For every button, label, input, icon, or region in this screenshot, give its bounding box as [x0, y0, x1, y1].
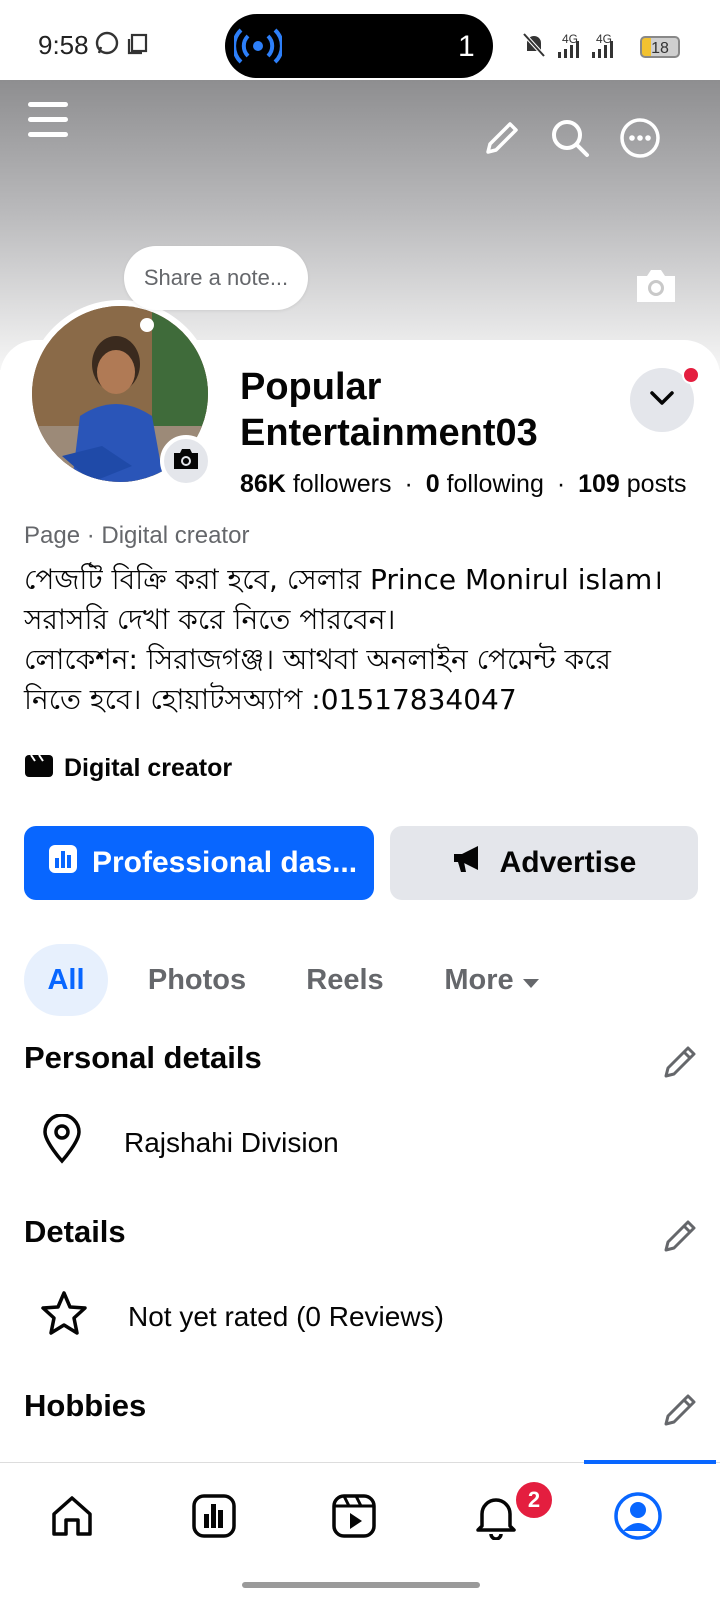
location-value: Rajshahi Division	[124, 1126, 339, 1158]
dashboard-label: Professional das...	[92, 846, 358, 879]
tab-reels[interactable]: Reels	[290, 944, 400, 1016]
whatsapp-icon	[94, 30, 120, 61]
advertise-label: Advertise	[499, 846, 637, 879]
tab-photos[interactable]: Photos	[132, 944, 262, 1016]
rating-row: Not yet rated (0 Reviews)	[40, 1290, 444, 1343]
creator-label: Digital creator	[64, 754, 233, 782]
page-name: Popular Entertainment03	[240, 364, 620, 456]
following-count[interactable]: 0	[426, 470, 440, 498]
tab-more[interactable]: More	[432, 944, 552, 1016]
star-icon	[40, 1290, 88, 1343]
status-bar: 9:58 1 4G 4G 18	[0, 0, 720, 80]
nav-home-icon[interactable]	[42, 1486, 102, 1546]
signal-icon	[556, 40, 584, 63]
note-bubble-tail	[140, 318, 154, 332]
clapperboard-icon	[24, 752, 54, 785]
location-pin-icon	[40, 1113, 84, 1171]
creator-info: Digital creator	[24, 752, 232, 785]
home-gesture-bar[interactable]	[242, 1582, 480, 1588]
followers-label[interactable]: followers	[293, 470, 392, 498]
personal-details-title: Personal details	[24, 1040, 262, 1075]
status-time: 9:58	[38, 30, 89, 60]
page-bio: পেজটি বিক্রি করা হবে, সেলার Prince Monir…	[24, 560, 704, 720]
active-tab-indicator	[584, 1460, 716, 1464]
page-name-line1: Popular	[240, 366, 382, 408]
edit-personal-details-icon[interactable]	[660, 1042, 700, 1082]
profile-camera-button[interactable]	[160, 435, 212, 487]
nav-dashboard-icon[interactable]	[184, 1486, 244, 1546]
more-options-icon[interactable]	[618, 116, 662, 160]
nav-profile-icon[interactable]	[608, 1486, 668, 1546]
edit-pencil-icon[interactable]	[480, 116, 524, 160]
bio-line: পেজটি বিক্রি করা হবে, সেলার Prince Monir…	[24, 563, 663, 596]
notifications-badge: 2	[514, 1480, 554, 1520]
posts-count[interactable]: 109	[578, 470, 620, 498]
bio-line: সরাসরি দেখা করে নিতে পারবেন।	[24, 603, 396, 636]
nav-reels-icon[interactable]	[324, 1486, 384, 1546]
posts-label[interactable]: posts	[627, 470, 687, 498]
share-note-bubble[interactable]: Share a note...	[124, 246, 308, 310]
search-icon[interactable]	[548, 116, 592, 160]
stats-separator: ·	[404, 470, 413, 498]
menu-icon[interactable]	[24, 96, 72, 144]
hotspot-count: 1	[458, 30, 475, 63]
tab-all[interactable]: All	[24, 944, 108, 1016]
notification-dot	[682, 366, 700, 384]
edit-hobbies-icon[interactable]	[660, 1390, 700, 1430]
stats-separator: ·	[556, 470, 566, 498]
bio-line: নিতে হবে। হোয়াটসঅ্যাপ :01517834047	[24, 683, 517, 716]
location-row: Rajshahi Division	[40, 1113, 339, 1171]
megaphone-icon	[452, 844, 484, 882]
cover-camera-icon[interactable]	[632, 264, 680, 308]
battery-indicator: 18	[640, 36, 680, 58]
edit-details-icon[interactable]	[660, 1216, 700, 1256]
signal-icon	[590, 40, 618, 63]
dashboard-chart-icon	[48, 844, 78, 882]
page-category: Page · Digital creator	[24, 522, 250, 549]
tab-more-label: More	[444, 963, 514, 996]
caret-down-icon	[522, 964, 540, 997]
bio-line: লোকেশন: সিরাজগঞ্জ। আথবা অনলাইন পেমেন্ট ক…	[24, 643, 611, 676]
followers-count[interactable]: 86K	[240, 470, 286, 498]
mute-bell-icon	[522, 32, 546, 63]
hobbies-title: Hobbies	[24, 1388, 147, 1423]
details-title: Details	[24, 1214, 126, 1249]
professional-dashboard-button[interactable]: Professional das...	[24, 826, 374, 900]
broadcast-icon	[232, 26, 284, 71]
following-label[interactable]: following	[447, 470, 544, 498]
profile-stats: 86K followers · 0 following · 109 posts	[240, 470, 687, 499]
camera-icon	[172, 447, 200, 476]
copy-icon	[126, 32, 150, 61]
chevron-down-icon	[649, 390, 675, 411]
advertise-button[interactable]: Advertise	[390, 826, 698, 900]
page-name-line2: Entertainment03	[240, 412, 538, 454]
rating-value: Not yet rated (0 Reviews)	[128, 1300, 444, 1332]
